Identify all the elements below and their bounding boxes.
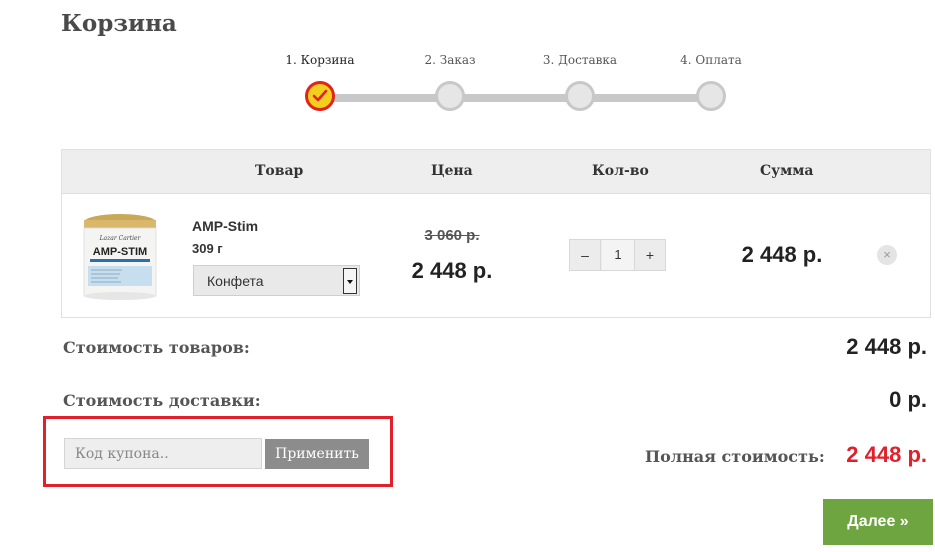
row-sum: 2 448 р. <box>741 242 823 267</box>
checkmark-icon <box>312 89 328 102</box>
steps-progress-line <box>322 94 712 102</box>
next-button[interactable]: Далее » <box>823 499 933 545</box>
goods-cost-label: Стоимость товаров: <box>63 338 250 357</box>
step-circle-active <box>305 81 335 111</box>
old-price: 3 060 р. <box>424 227 480 244</box>
header-sum: Сумма <box>760 163 814 179</box>
product-image[interactable]: Lazar Cartier AMP-STIM <box>82 210 158 300</box>
step-delivery[interactable]: 3. Доставка <box>530 53 630 111</box>
qty-decrease-button[interactable]: – <box>570 240 601 270</box>
step-cart[interactable]: 1. Корзина <box>270 53 370 111</box>
step-label: 2. Заказ <box>424 53 476 67</box>
step-circle <box>565 81 595 111</box>
step-label: 1. Корзина <box>285 53 355 67</box>
delivery-cost-label: Стоимость доставки: <box>63 391 261 410</box>
step-label: 4. Оплата <box>680 53 742 67</box>
header-qty: Кол-во <box>592 163 649 179</box>
step-circle <box>696 81 726 111</box>
chevron-down-icon[interactable] <box>343 268 357 294</box>
step-payment[interactable]: 4. Оплата <box>661 53 761 111</box>
product-image-label: AMP-STIM <box>93 246 147 258</box>
product-name[interactable]: AMP-Stim <box>192 218 258 234</box>
full-cost-label: Полная стоимость: <box>645 447 825 466</box>
goods-cost-value: 2 448 р. <box>846 334 927 359</box>
qty-increase-button[interactable]: + <box>634 240 665 270</box>
remove-item-button[interactable]: × <box>877 245 897 265</box>
table-header: Товар Цена Кол-во Сумма <box>62 150 930 194</box>
delivery-cost-value: 0 р. <box>889 387 927 412</box>
page-title: Корзина <box>61 10 177 37</box>
step-label: 3. Доставка <box>542 53 618 67</box>
flavor-select[interactable]: Конфета <box>193 265 360 296</box>
product-weight: 309 г <box>192 241 223 256</box>
qty-value[interactable]: 1 <box>602 240 634 270</box>
cart-table: Товар Цена Кол-во Сумма Lazar Cartier AM… <box>61 149 931 318</box>
full-cost-value: 2 448 р. <box>846 442 927 467</box>
flavor-value: Конфета <box>207 273 264 289</box>
step-circle <box>435 81 465 111</box>
current-price: 2 448 р. <box>411 258 493 283</box>
step-order[interactable]: 2. Заказ <box>400 53 500 111</box>
header-product: Товар <box>255 163 304 179</box>
coupon-input[interactable] <box>64 438 262 469</box>
header-price: Цена <box>431 163 473 179</box>
product-brand: Lazar Cartier <box>99 235 142 242</box>
apply-coupon-button[interactable]: Применить <box>265 439 369 469</box>
quantity-stepper: – 1 + <box>569 239 666 271</box>
